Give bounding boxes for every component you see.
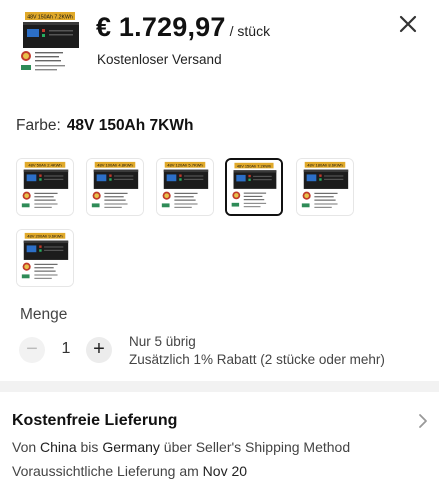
color-variant-option[interactable]: 48V 50Ah 2.4KWh [16, 158, 74, 216]
close-button[interactable] [396, 12, 420, 36]
variant-caption: 48V 50Ah 2.4KWh [28, 163, 61, 168]
delivery-eta-date: Nov 20 [202, 463, 248, 479]
color-label-text: Farbe: [16, 117, 61, 134]
variant-caption: 48V 180Ah 8.6KWh [307, 163, 343, 168]
color-variant-option[interactable]: 48V 150Ah 7.2KWh [225, 158, 283, 216]
delivery-from-label: Von [12, 439, 37, 455]
battery-product-icon: 48V 120Ah 5.7KWh [157, 159, 213, 215]
chevron-right-icon [419, 414, 427, 428]
delivery-method: über Seller's Shipping Method [163, 439, 351, 455]
variant-caption: 48V 200Ah 9.6KWh [27, 234, 63, 239]
shipping-info: Kostenloser Versand [97, 52, 222, 67]
delivery-eta-label: Voraussichtliche Lieferung am [12, 463, 199, 479]
color-label: Farbe: 48V 150Ah 7KWh [16, 117, 193, 135]
product-price: € 1.729,97 [96, 12, 226, 42]
bulk-discount: Zusätzlich 1% Rabatt (2 stücke oder mehr… [129, 352, 385, 367]
section-divider [0, 381, 439, 392]
battery-product-icon: 48V 150Ah 7.2KWh [15, 9, 85, 79]
variant-caption: 48V 100Ah 4.8KWh [97, 163, 133, 168]
quantity-value[interactable]: 1 [58, 340, 74, 358]
product-header: 48V 150Ah 7.2KWh € 1.729,97/ stück Koste… [0, 0, 439, 100]
variant-caption: 48V 120Ah 5.7KWh [167, 163, 203, 168]
battery-product-icon: 48V 150Ah 7.2KWh [227, 160, 281, 214]
color-selected-value: 48V 150Ah 7KWh [66, 117, 194, 134]
delivery-destination: Germany [102, 439, 160, 455]
color-variant-option[interactable]: 48V 200Ah 9.6KWh [16, 229, 74, 287]
price-unit: / stück [229, 23, 271, 39]
battery-product-icon: 48V 100Ah 4.8KWh [87, 159, 143, 215]
quantity-increase-button[interactable]: + [86, 337, 112, 363]
stock-remaining: Nur 5 übrig [129, 334, 196, 349]
delivery-route: Von China bis Germany über Seller's Ship… [12, 439, 350, 455]
variant-caption: 48V 150Ah 7.2KWh [237, 163, 271, 168]
delivery-origin: China [40, 439, 77, 455]
color-variant-option[interactable]: 48V 100Ah 4.8KWh [86, 158, 144, 216]
delivery-title: Kostenfreie Lieferung [12, 412, 178, 429]
delivery-to-label: bis [80, 439, 99, 455]
battery-product-icon: 48V 180Ah 8.6KWh [297, 159, 353, 215]
color-variant-option[interactable]: 48V 180Ah 8.6KWh [296, 158, 354, 216]
close-icon [399, 15, 417, 33]
quantity-decrease-button[interactable]: − [19, 337, 45, 363]
product-thumbnail[interactable]: 48V 150Ah 7.2KWh [15, 9, 85, 79]
battery-product-icon: 48V 200Ah 9.6KWh [17, 230, 73, 286]
color-variant-option[interactable]: 48V 120Ah 5.7KWh [156, 158, 214, 216]
battery-product-icon: 48V 50Ah 2.4KWh [17, 159, 73, 215]
delivery-section[interactable]: Kostenfreie Lieferung Von China bis Germ… [0, 392, 439, 500]
thumbnail-caption: 48V 150Ah 7.2KWh [27, 15, 73, 21]
stock-note: Nur 5 übrig Zusätzlich 1% Rabatt (2 stüc… [129, 333, 385, 369]
delivery-eta: Voraussichtliche Lieferung am Nov 20 [12, 463, 247, 479]
quantity-label: Menge [20, 306, 68, 323]
price-row: € 1.729,97/ stück [96, 12, 270, 43]
